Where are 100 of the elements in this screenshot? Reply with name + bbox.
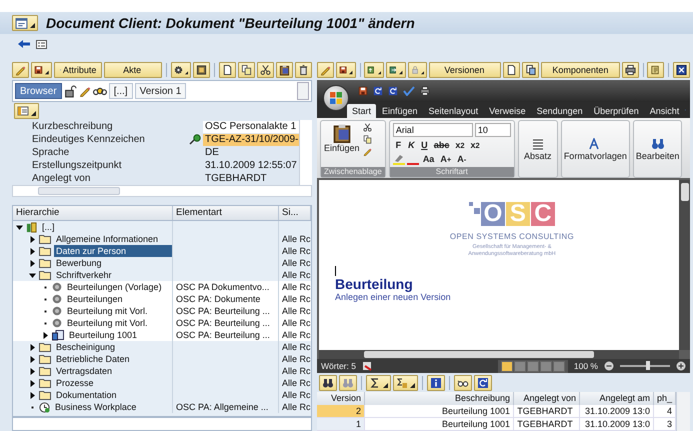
menu-button[interactable]: Akte bbox=[104, 62, 162, 78]
slider-thumb[interactable] bbox=[646, 361, 650, 370]
column-header[interactable]: Angelegt von bbox=[514, 392, 580, 405]
menu-button[interactable]: Versionen bbox=[429, 62, 502, 78]
attribute-value[interactable]: TGE-AZ-31/10/2009- bbox=[203, 134, 299, 146]
format-button[interactable]: F bbox=[392, 139, 404, 151]
format-button[interactable]: K bbox=[406, 139, 417, 151]
tab[interactable]: Browser bbox=[15, 83, 62, 99]
collapsed-arrow-icon[interactable] bbox=[29, 392, 36, 398]
zoom-out-icon[interactable] bbox=[604, 361, 614, 371]
details-button[interactable] bbox=[427, 374, 445, 390]
font-family-field[interactable]: Arial bbox=[392, 123, 473, 137]
list-view-icon[interactable] bbox=[36, 40, 47, 48]
ribbon-group-button[interactable]: Bearbeiten bbox=[632, 120, 682, 178]
tree-item[interactable]: Daten zur Person bbox=[54, 245, 172, 257]
tree-item[interactable]: Beurteilungen bbox=[65, 293, 172, 305]
ribbon-tab[interactable]: Einfügen bbox=[377, 104, 423, 118]
edit-button[interactable] bbox=[317, 62, 334, 78]
tree-item[interactable]: Dokumentation bbox=[54, 389, 172, 401]
tree-item[interactable]: Beurteilungen (Vorlage) bbox=[65, 281, 172, 293]
font-size-field[interactable]: 10 bbox=[474, 123, 511, 137]
ribbon-tab[interactable]: Sendungen bbox=[532, 104, 588, 118]
scrollbar[interactable] bbox=[676, 392, 690, 431]
tree-item[interactable]: Schriftverkehr bbox=[54, 269, 172, 281]
collapsed-arrow-icon[interactable] bbox=[29, 380, 36, 386]
format-button[interactable]: U bbox=[418, 139, 430, 151]
close-button[interactable] bbox=[673, 62, 690, 78]
settings-button[interactable] bbox=[170, 62, 192, 78]
column-header[interactable]: Angelegt am bbox=[580, 392, 654, 405]
export-button[interactable] bbox=[386, 62, 406, 78]
vertical-scrollbar[interactable] bbox=[679, 180, 690, 350]
column-header[interactable]: Hierarchie bbox=[13, 206, 173, 220]
tab[interactable]: [...] bbox=[108, 83, 133, 99]
system-menu-button[interactable] bbox=[12, 15, 38, 31]
horizontal-scrollbar[interactable] bbox=[319, 350, 679, 359]
sum-button[interactable] bbox=[366, 374, 391, 390]
column-header[interactable]: Elementart bbox=[173, 206, 279, 220]
print-button[interactable] bbox=[622, 62, 639, 78]
attribute-value[interactable]: OSC Personalakte 1 bbox=[203, 120, 299, 132]
collapsed-arrow-icon[interactable] bbox=[29, 260, 36, 266]
new-document-button[interactable] bbox=[219, 62, 236, 78]
ribbon-tab[interactable]: Start bbox=[347, 104, 376, 118]
tab[interactable]: Version 1 bbox=[134, 83, 186, 99]
collapsed-arrow-icon[interactable] bbox=[29, 368, 36, 374]
expanded-arrow-icon[interactable] bbox=[16, 224, 23, 230]
paste-button[interactable]: Einfügen bbox=[324, 123, 360, 165]
subtotal-button[interactable] bbox=[393, 374, 418, 390]
ribbon-group-button[interactable]: Absatz bbox=[518, 120, 558, 178]
document-button[interactable] bbox=[503, 62, 520, 78]
cut-button[interactable] bbox=[257, 62, 274, 78]
tree-item[interactable]: Business Workplace bbox=[53, 401, 172, 413]
format-button[interactable]: Aa bbox=[420, 153, 436, 165]
pages-button[interactable] bbox=[522, 62, 540, 78]
copy-button[interactable] bbox=[238, 62, 255, 78]
tree-item[interactable]: Beurteilung mit Vorl. bbox=[65, 317, 172, 329]
layout-button[interactable] bbox=[14, 103, 39, 119]
refresh-button[interactable] bbox=[474, 374, 492, 390]
format-button[interactable]: abc bbox=[432, 139, 452, 151]
collapsed-arrow-icon[interactable] bbox=[29, 344, 36, 350]
column-header[interactable]: ph_ bbox=[654, 392, 676, 405]
ribbon-group-button[interactable]: Formatvorlagen bbox=[560, 120, 630, 178]
column-header[interactable]: Version bbox=[317, 392, 365, 405]
tree-item[interactable]: Bescheinigung bbox=[54, 341, 172, 353]
view-button[interactable] bbox=[454, 374, 472, 390]
horizontal-scrollbar[interactable] bbox=[12, 185, 312, 197]
column-header[interactable]: Beschreibung bbox=[365, 392, 514, 405]
tree-item[interactable]: Vertragsdaten bbox=[54, 365, 172, 377]
expanded-arrow-icon[interactable] bbox=[29, 272, 36, 278]
ribbon-tab[interactable]: Ansicht bbox=[644, 104, 684, 118]
attribute-button[interactable]: Attribute bbox=[54, 62, 102, 78]
scroll-button[interactable] bbox=[647, 62, 664, 78]
collapsed-arrow-icon[interactable] bbox=[29, 356, 36, 362]
toolbar-button[interactable]: Komponenten bbox=[541, 62, 620, 78]
horizontal-scrollbar[interactable] bbox=[12, 417, 312, 431]
collapsed-arrow-icon[interactable] bbox=[29, 248, 36, 254]
tree-item[interactable]: Bewerbung bbox=[54, 257, 172, 269]
paste-button[interactable] bbox=[276, 62, 293, 78]
ribbon-tab[interactable]: Überprüfen bbox=[588, 104, 644, 118]
view-mode-button[interactable] bbox=[500, 360, 513, 372]
ribbon-tab[interactable]: Seitenlayout bbox=[424, 104, 484, 118]
delete-button[interactable] bbox=[295, 62, 312, 78]
highlighter-icon[interactable] bbox=[392, 154, 405, 164]
back-arrow-icon[interactable] bbox=[18, 39, 30, 49]
save-button[interactable] bbox=[336, 62, 356, 78]
import-button[interactable] bbox=[364, 62, 384, 78]
tree-item[interactable]: Beurteilung mit Vorl. bbox=[65, 305, 172, 317]
scrollbar[interactable] bbox=[299, 120, 312, 185]
tree-item[interactable]: Betriebliche Daten bbox=[54, 353, 172, 365]
edit-button[interactable] bbox=[12, 62, 29, 78]
ribbon-tab[interactable]: Verweise bbox=[484, 104, 531, 118]
office-button[interactable] bbox=[323, 85, 349, 111]
collapsed-arrow-icon[interactable] bbox=[29, 236, 36, 242]
collapsed-arrow-icon[interactable] bbox=[42, 332, 49, 338]
column-header[interactable]: Si... bbox=[279, 206, 311, 220]
tree-item[interactable]: Prozesse bbox=[54, 377, 172, 389]
tree-item[interactable]: [...] bbox=[40, 221, 172, 233]
proofing-icon[interactable] bbox=[362, 361, 373, 371]
save-button[interactable] bbox=[31, 62, 52, 78]
tree-item[interactable]: Allgemeine Informationen bbox=[54, 233, 172, 245]
zoom-in-icon[interactable] bbox=[676, 361, 686, 371]
